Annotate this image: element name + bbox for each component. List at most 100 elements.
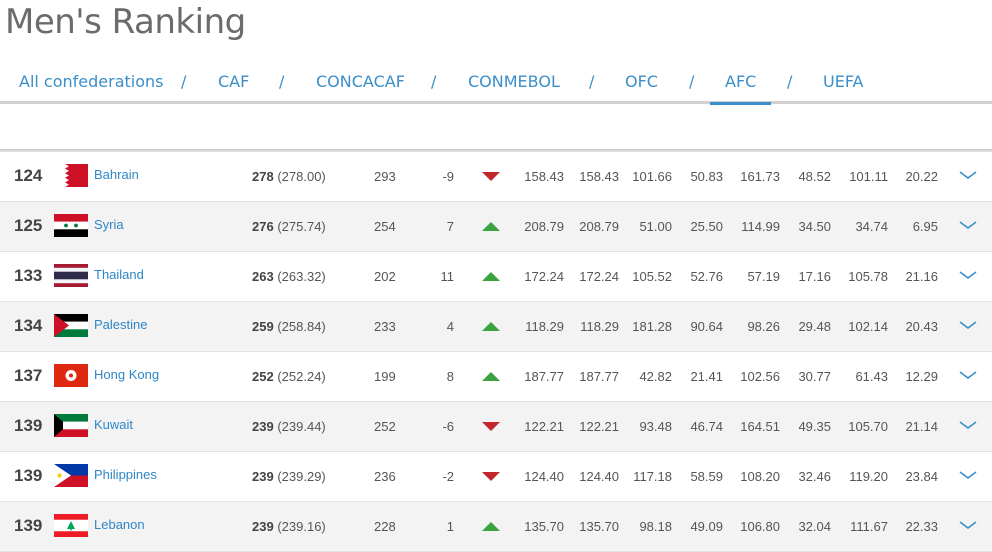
tab-separator: / <box>787 72 793 91</box>
stat-value: 208.79 <box>524 219 564 234</box>
total-points: 239 (239.44) <box>252 419 326 434</box>
country-name-link[interactable]: Kuwait <box>94 417 133 432</box>
trend-down-icon <box>482 472 500 481</box>
stat-value: 20.22 <box>905 169 938 184</box>
points-exact: (258.84) <box>277 319 326 334</box>
stat-value: 32.46 <box>798 469 831 484</box>
table-header-spacer <box>0 104 992 150</box>
stat-value: 21.41 <box>690 369 723 384</box>
previous-points: 293 <box>374 169 396 184</box>
stat-value: 124.40 <box>579 469 619 484</box>
rank-number: 139 <box>14 516 43 535</box>
tab-conmebol[interactable]: CONMEBOL <box>468 72 560 91</box>
previous-points: 236 <box>374 469 396 484</box>
stat-value: 42.82 <box>639 369 672 384</box>
country-name-link[interactable]: Syria <box>94 217 124 232</box>
trend-up-icon <box>482 322 500 331</box>
stat-value: 12.29 <box>905 369 938 384</box>
stat-value: 49.35 <box>798 419 831 434</box>
stat-value: 98.26 <box>747 319 780 334</box>
chevron-down-icon[interactable] <box>959 368 977 379</box>
points-rounded: 252 <box>252 369 274 384</box>
position-change: 1 <box>446 519 454 534</box>
country-name-link[interactable]: Bahrain <box>94 167 139 182</box>
points-rounded: 278 <box>252 169 274 184</box>
stat-value: 21.16 <box>905 269 938 284</box>
position-change: -9 <box>442 169 454 184</box>
stat-value: 61.43 <box>855 369 888 384</box>
tab-concacaf[interactable]: CONCACAF <box>316 72 405 91</box>
tab-all-confederations[interactable]: All confederations <box>19 72 164 91</box>
flag-bahrain-icon <box>54 164 88 187</box>
table-row: 133 Thailand 263 (263.32) 202 11 172.24 172.2… <box>0 252 992 302</box>
country-name-link[interactable]: Thailand <box>94 267 144 282</box>
flag-lebanon-icon <box>54 514 88 537</box>
previous-points: 228 <box>374 519 396 534</box>
tab-uefa[interactable]: UEFA <box>823 72 864 91</box>
points-rounded: 239 <box>252 519 274 534</box>
rank-number: 134 <box>14 316 43 335</box>
stat-value: 6.95 <box>912 219 938 234</box>
stat-value: 20.43 <box>905 319 938 334</box>
stat-value: 48.52 <box>798 169 831 184</box>
chevron-down-icon[interactable] <box>959 518 977 529</box>
stat-value: 117.18 <box>633 469 672 484</box>
total-points: 239 (239.29) <box>252 469 326 484</box>
country-name-link[interactable]: Hong Kong <box>94 367 159 382</box>
stat-value: 90.64 <box>690 319 723 334</box>
total-points: 278 (278.00) <box>252 169 326 184</box>
previous-points: 199 <box>374 369 396 384</box>
table-row: 139 Kuwait 239 (239.44) 252 -6 122.21 122.21 9… <box>0 402 992 452</box>
chevron-down-icon[interactable] <box>959 168 977 179</box>
tab-separator: / <box>279 72 285 91</box>
stat-value: 119.20 <box>849 469 888 484</box>
chevron-down-icon[interactable] <box>959 318 977 329</box>
stat-value: 106.80 <box>740 519 780 534</box>
flag-thailand-icon <box>54 264 88 287</box>
position-change: 11 <box>440 269 455 284</box>
stat-value: 30.77 <box>798 369 831 384</box>
stat-value: 51.00 <box>639 219 672 234</box>
chevron-down-icon[interactable] <box>959 218 977 229</box>
flag-kuwait-icon <box>54 414 88 437</box>
stat-value: 158.43 <box>524 169 564 184</box>
rank-number: 124 <box>14 166 43 185</box>
points-rounded: 239 <box>252 419 274 434</box>
tab-afc[interactable]: AFC <box>709 72 772 105</box>
rank-number: 133 <box>14 266 43 285</box>
chevron-down-icon[interactable] <box>959 468 977 479</box>
total-points: 259 (258.84) <box>252 319 326 334</box>
chevron-down-icon[interactable] <box>959 268 977 279</box>
tab-ofc[interactable]: OFC <box>625 72 658 91</box>
country-name-link[interactable]: Palestine <box>94 317 147 332</box>
page-title: Men's Ranking <box>5 2 246 42</box>
previous-points: 233 <box>374 319 396 334</box>
ranking-table: 124 Bahrain 278 (278.00) 293 -9 158.43 158.43… <box>0 152 992 552</box>
tab-separator: / <box>431 72 437 91</box>
table-row: 139 Lebanon 239 (239.16) 228 1 135.70 135.70 9… <box>0 502 992 552</box>
trend-up-icon <box>482 222 500 231</box>
stat-value: 50.83 <box>690 169 723 184</box>
total-points: 239 (239.16) <box>252 519 326 534</box>
tab-separator: / <box>181 72 187 91</box>
stat-value: 93.48 <box>639 419 672 434</box>
rank-number: 125 <box>14 216 43 235</box>
stat-value: 102.14 <box>848 319 888 334</box>
points-exact: (239.44) <box>277 419 326 434</box>
stat-value: 164.51 <box>740 419 780 434</box>
stat-value: 25.50 <box>690 219 723 234</box>
points-exact: (252.24) <box>277 369 326 384</box>
chevron-down-icon[interactable] <box>959 418 977 429</box>
stat-value: 135.70 <box>579 519 619 534</box>
flag-philippines-icon <box>54 464 88 487</box>
table-row: 139 Philippines 239 (239.29) 236 -2 124.40 12… <box>0 452 992 502</box>
country-name-link[interactable]: Lebanon <box>94 517 145 532</box>
stat-value: 22.33 <box>905 519 938 534</box>
points-exact: (278.00) <box>277 169 326 184</box>
country-name-link[interactable]: Philippines <box>94 467 157 482</box>
total-points: 276 (275.74) <box>252 219 326 234</box>
trend-down-icon <box>482 172 500 181</box>
tab-caf[interactable]: CAF <box>218 72 249 91</box>
stat-value: 124.40 <box>524 469 564 484</box>
trend-down-icon <box>482 422 500 431</box>
